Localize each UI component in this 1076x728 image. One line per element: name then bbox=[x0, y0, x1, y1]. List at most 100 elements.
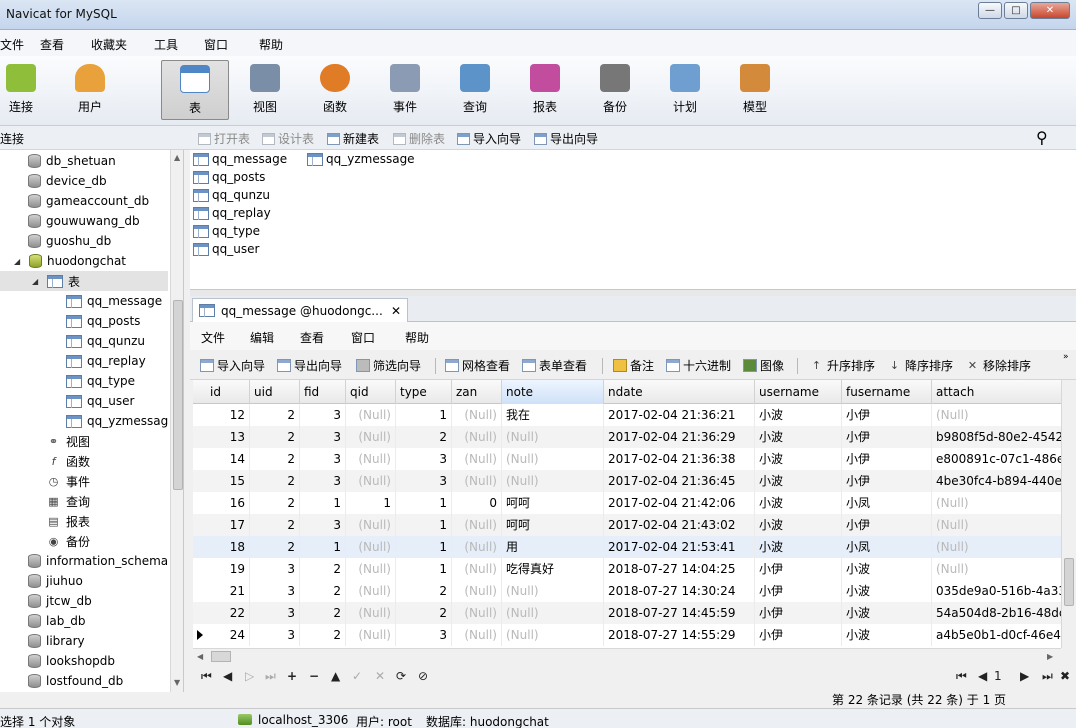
tree-views-node[interactable]: ⚭ 视图 bbox=[46, 431, 90, 451]
cell-attach[interactable]: b9808f5d-80e2-4542 bbox=[932, 426, 1061, 448]
table-row[interactable]: 21 3 2 (Null) 2 (Null) (Null) 2018-07-27 14:30:… bbox=[193, 580, 1061, 602]
cell-fusername[interactable]: 小伊 bbox=[842, 470, 932, 492]
tree-queries-node[interactable]: ▦ 查询 bbox=[46, 491, 90, 511]
cell-qid[interactable]: (Null) bbox=[346, 448, 396, 470]
maximize-button[interactable]: □ bbox=[1004, 2, 1028, 19]
toolbar-table-button[interactable]: 表 bbox=[161, 60, 229, 120]
cell-uid[interactable]: 2 bbox=[250, 492, 300, 514]
cell-type[interactable]: 2 bbox=[396, 426, 452, 448]
cell-fid[interactable]: 3 bbox=[300, 426, 346, 448]
cell-zan[interactable]: (Null) bbox=[452, 602, 502, 624]
cell-ndate[interactable]: 2017-02-04 21:36:45 bbox=[604, 470, 755, 492]
column-header-qid[interactable]: qid bbox=[346, 380, 396, 404]
cell-qid[interactable]: (Null) bbox=[346, 558, 396, 580]
toolbar-event-button[interactable]: 事件 bbox=[372, 60, 438, 120]
cell-id[interactable]: 16 bbox=[206, 492, 250, 514]
cell-fid[interactable]: 2 bbox=[300, 602, 346, 624]
cell-type[interactable]: 3 bbox=[396, 448, 452, 470]
delete-record-icon[interactable]: − bbox=[309, 669, 319, 683]
cell-fid[interactable]: 2 bbox=[300, 624, 346, 646]
cell-fid[interactable]: 3 bbox=[300, 470, 346, 492]
menu-file[interactable]: 文件 bbox=[0, 36, 24, 53]
cell-zan[interactable]: (Null) bbox=[452, 404, 502, 426]
tree-db-jiuhuo[interactable]: jiuhuo bbox=[28, 571, 83, 591]
cell-id[interactable]: 17 bbox=[206, 514, 250, 536]
cell-fusername[interactable]: 小凤 bbox=[842, 536, 932, 558]
cell-uid[interactable]: 3 bbox=[250, 558, 300, 580]
cell-uid[interactable]: 2 bbox=[250, 470, 300, 492]
inner-menu-edit[interactable]: 编辑 bbox=[250, 329, 274, 346]
previous-record-icon[interactable]: ◀ bbox=[223, 669, 232, 683]
cell-note[interactable]: (Null) bbox=[502, 602, 604, 624]
cell-uid[interactable]: 3 bbox=[250, 602, 300, 624]
sidebar-scroll-thumb[interactable] bbox=[173, 300, 183, 490]
inner-menu-file[interactable]: 文件 bbox=[201, 329, 225, 346]
cell-qid[interactable]: (Null) bbox=[346, 470, 396, 492]
scroll-down-arrow-icon[interactable]: ▼ bbox=[174, 678, 180, 687]
tree-db-device_db[interactable]: device_db bbox=[28, 171, 107, 191]
menu-tools[interactable]: 工具 bbox=[154, 36, 178, 53]
inner-menu-view[interactable]: 查看 bbox=[300, 329, 324, 346]
cell-fid[interactable]: 3 bbox=[300, 514, 346, 536]
cell-type[interactable]: 3 bbox=[396, 624, 452, 646]
toolbar-model-button[interactable]: 模型 bbox=[722, 60, 788, 120]
stop-icon[interactable]: ⊘ bbox=[418, 669, 428, 683]
cell-fusername[interactable]: 小波 bbox=[842, 580, 932, 602]
import-wizard-button[interactable]: 导入向导 bbox=[457, 130, 521, 147]
scroll-left-arrow-icon[interactable]: ◀ bbox=[197, 652, 203, 661]
first-page-icon[interactable]: ⏮ bbox=[956, 669, 967, 684]
delete-table-button[interactable]: 删除表 bbox=[393, 130, 445, 147]
new-table-button[interactable]: 新建表 bbox=[327, 130, 379, 147]
cell-username[interactable]: 小波 bbox=[755, 492, 842, 514]
scroll-up-arrow-icon[interactable]: ▲ bbox=[174, 153, 180, 162]
cell-note[interactable]: (Null) bbox=[502, 448, 604, 470]
object-item-qq_replay[interactable]: qq_replay bbox=[193, 206, 271, 220]
cell-uid[interactable]: 3 bbox=[250, 624, 300, 646]
cell-note[interactable]: 用 bbox=[502, 536, 604, 558]
tree-table-qq_replay[interactable]: qq_replay bbox=[66, 351, 146, 371]
cell-username[interactable]: 小波 bbox=[755, 426, 842, 448]
cell-attach[interactable]: (Null) bbox=[932, 536, 1061, 558]
cell-zan[interactable]: (Null) bbox=[452, 448, 502, 470]
tree-table-qq_type[interactable]: qq_type bbox=[66, 371, 135, 391]
cell-fid[interactable]: 3 bbox=[300, 404, 346, 426]
cell-qid[interactable]: (Null) bbox=[346, 580, 396, 602]
cell-id[interactable]: 13 bbox=[206, 426, 250, 448]
tree-tables-node[interactable]: ◢ 表 bbox=[0, 271, 168, 291]
cell-ndate[interactable]: 2017-02-04 21:42:06 bbox=[604, 492, 755, 514]
cell-attach[interactable]: a4b5e0b1-d0cf-46e4 bbox=[932, 624, 1061, 646]
table-row[interactable]: 16 2 1 1 1 0 呵呵 2017-02-04 21:42:06 小波 小凤 (Null) bbox=[193, 492, 1061, 514]
cell-qid[interactable]: (Null) bbox=[346, 514, 396, 536]
design-table-button[interactable]: 设计表 bbox=[262, 130, 314, 147]
previous-page-icon[interactable]: ◀ bbox=[978, 669, 987, 683]
cell-username[interactable]: 小波 bbox=[755, 470, 842, 492]
table-row[interactable]: 14 2 3 (Null) 3 (Null) (Null) 2017-02-04 21:36:… bbox=[193, 448, 1061, 470]
cell-zan[interactable]: (Null) bbox=[452, 514, 502, 536]
cell-id[interactable]: 19 bbox=[206, 558, 250, 580]
grid-export-wizard-button[interactable]: 导出向导 bbox=[277, 357, 342, 374]
tree-db-db_shetuan[interactable]: db_shetuan bbox=[28, 151, 116, 171]
column-header-id[interactable]: id bbox=[206, 380, 250, 404]
sidebar-scrollbar[interactable]: ▲ ▼ bbox=[170, 150, 183, 692]
refresh-icon[interactable]: ⟳ bbox=[396, 669, 406, 683]
cell-id[interactable]: 14 bbox=[206, 448, 250, 470]
toolbar-overflow-icon[interactable]: » bbox=[1063, 352, 1069, 362]
cell-username[interactable]: 小波 bbox=[755, 536, 842, 558]
tab-qq-message[interactable]: qq_message @huodongc... ✕ bbox=[192, 298, 408, 322]
tree-table-qq_user[interactable]: qq_user bbox=[66, 391, 134, 411]
cell-fid[interactable]: 2 bbox=[300, 558, 346, 580]
cell-fusername[interactable]: 小波 bbox=[842, 558, 932, 580]
grid-scroll-thumb[interactable] bbox=[1064, 558, 1074, 606]
sort-ascending-button[interactable]: ↑ 升序排序 bbox=[809, 357, 875, 374]
column-header-note[interactable]: note bbox=[502, 380, 604, 404]
cell-type[interactable]: 1 bbox=[396, 492, 452, 514]
toolbar-schedule-button[interactable]: 计划 bbox=[652, 60, 718, 120]
grid-hscroll-thumb[interactable] bbox=[211, 651, 231, 662]
tree-events-node[interactable]: ◷ 事件 bbox=[46, 471, 90, 491]
cell-username[interactable]: 小伊 bbox=[755, 602, 842, 624]
tree-db-guoshu_db[interactable]: guoshu_db bbox=[28, 231, 111, 251]
cell-note[interactable]: 吃得真好 bbox=[502, 558, 604, 580]
cell-fusername[interactable]: 小伊 bbox=[842, 514, 932, 536]
cell-note[interactable]: 呵呵 bbox=[502, 492, 604, 514]
column-header-fusername[interactable]: fusername bbox=[842, 380, 932, 404]
